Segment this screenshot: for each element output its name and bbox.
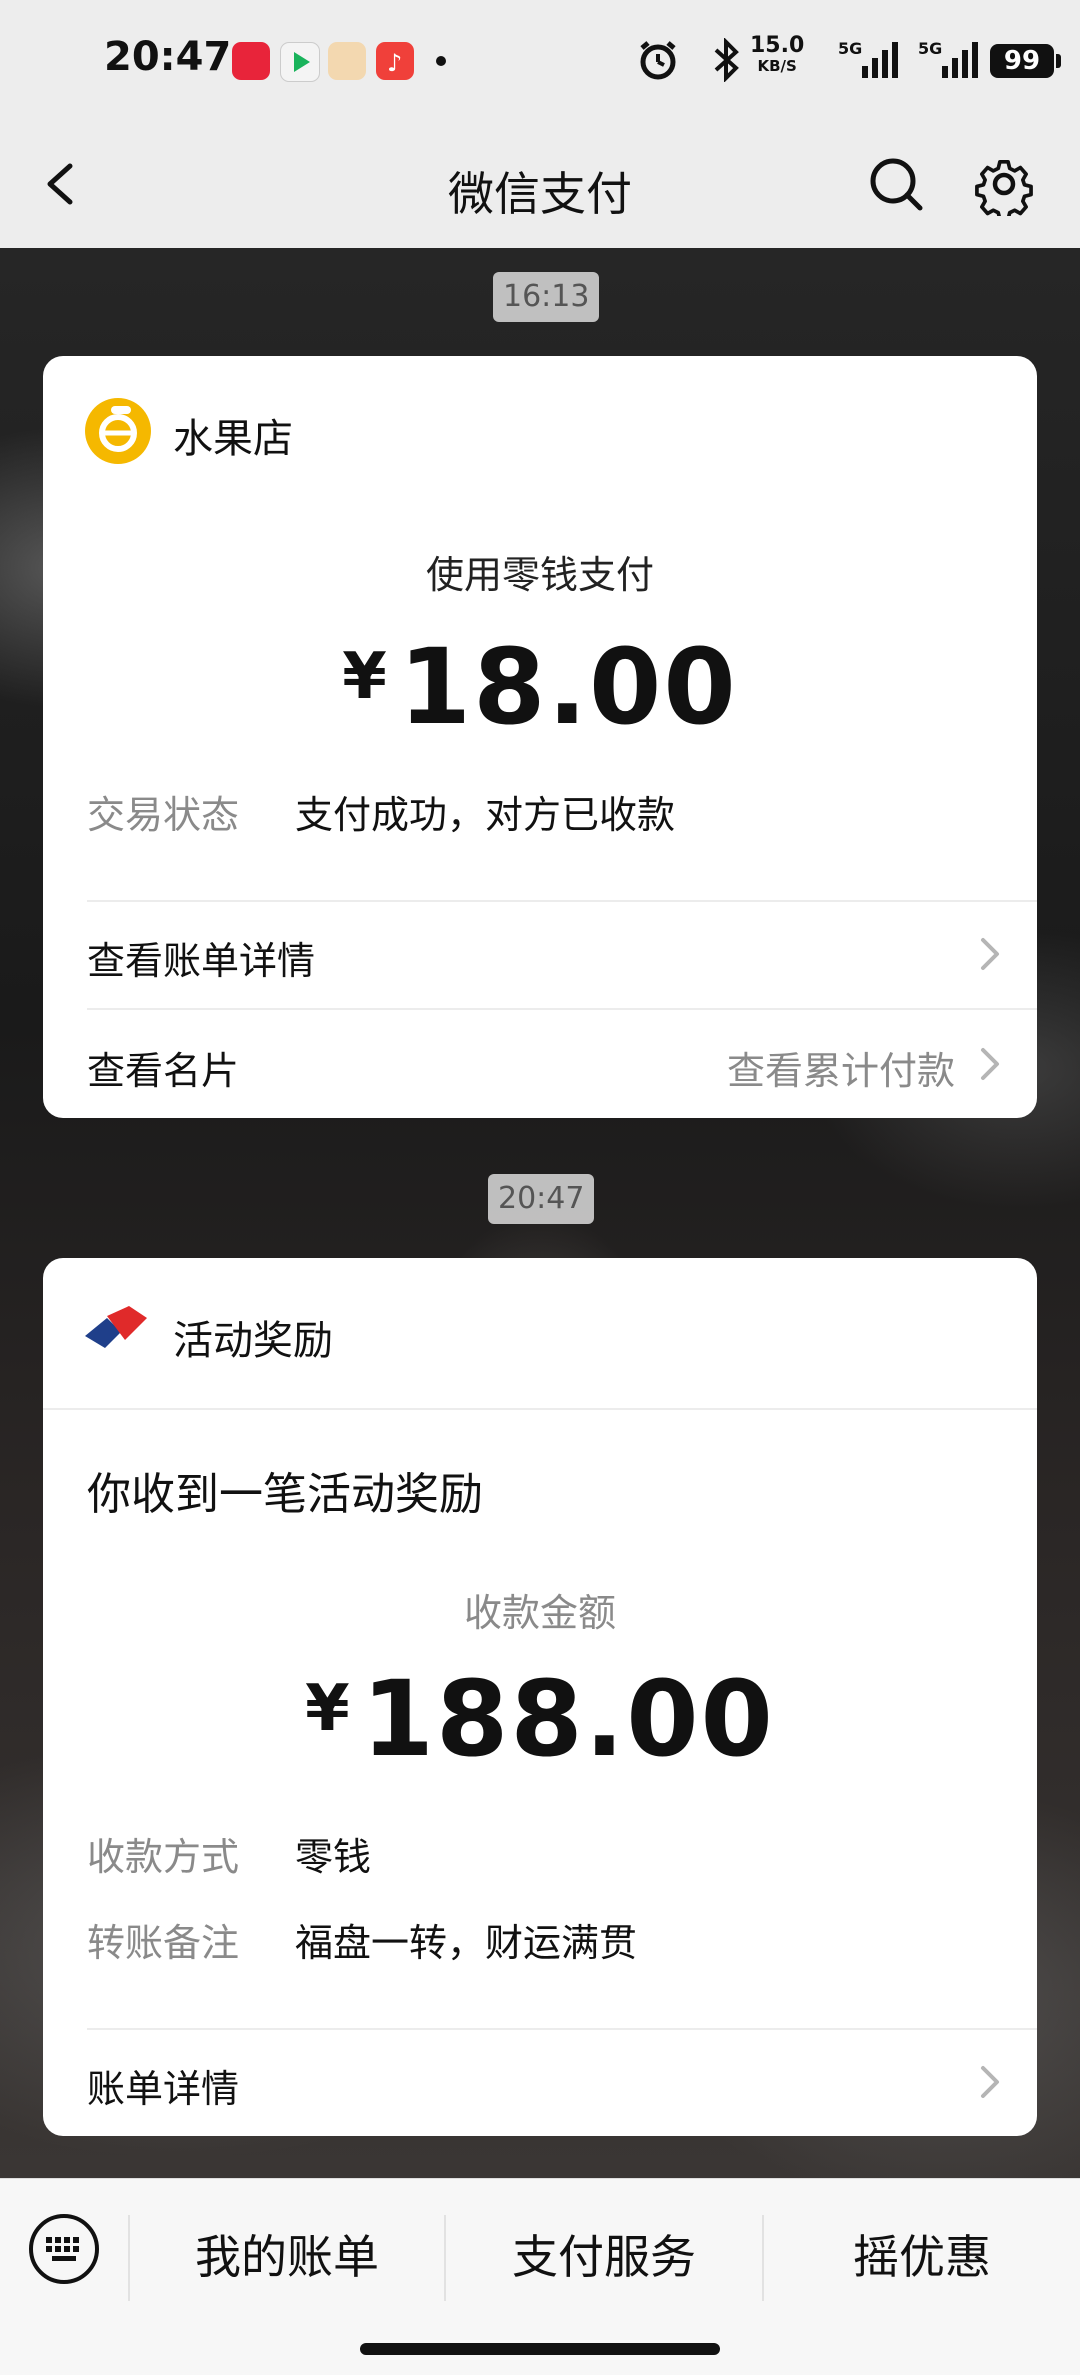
nav-bar: 微信支付 <box>0 120 1080 248</box>
divider <box>87 900 1037 902</box>
network-speed: 15.0 KB/S <box>750 33 805 76</box>
app-notification-icon <box>232 42 270 80</box>
reward-headline: 你收到一笔活动奖励 <box>87 1469 483 1520</box>
game-app-icon <box>328 42 366 80</box>
chevron-right-icon <box>981 1048 999 1080</box>
chevron-right-icon <box>981 938 999 970</box>
alarm-icon <box>640 41 676 80</box>
reward-logo-icon <box>85 1306 147 1348</box>
divider <box>87 2028 1037 2030</box>
payment-method: 使用零钱支付 <box>425 553 654 597</box>
merchant-name: 水果店 <box>173 416 293 462</box>
search-icon[interactable] <box>866 154 926 214</box>
bill-details-link[interactable]: 账单详情 <box>87 2058 239 2113</box>
tab-shake-offers[interactable]: 摇优惠 <box>764 2217 1080 2297</box>
payment-amount: ¥18.00 <box>43 626 1037 748</box>
signal-icon-2: 5G <box>918 39 978 78</box>
battery-level: 99 <box>990 44 1054 78</box>
message-timestamp: 20:47 <box>488 1174 595 1224</box>
status-time: 20:47 <box>104 34 232 80</box>
status-value: 支付成功，对方已收款 <box>295 793 676 837</box>
amount-value: 188.00 <box>361 1658 775 1780</box>
reward-card[interactable]: 活动奖励 你收到一笔活动奖励 收款金额 ¥188.00 收款方式 零钱 转账备注… <box>43 1258 1037 2136</box>
currency-symbol: ¥ <box>342 640 387 714</box>
reward-amount: ¥188.00 <box>43 1658 1037 1780</box>
method-value: 零钱 <box>295 1835 372 1879</box>
battery-tip <box>1056 54 1061 68</box>
amount-value: 18.00 <box>398 626 738 748</box>
note-label: 转账备注 <box>87 1921 240 1965</box>
payment-card[interactable]: 水果店 使用零钱支付 ¥18.00 交易状态 支付成功，对方已收款 查看账单详情… <box>43 356 1037 1118</box>
method-label: 收款方式 <box>87 1835 240 1879</box>
bottom-menu-bar: 我的账单 支付服务 摇优惠 <box>0 2178 1080 2375</box>
view-total-payment-link[interactable]: 查看累计付款 <box>727 1040 955 1095</box>
view-bill-details-link[interactable]: 查看账单详情 <box>87 930 315 985</box>
merchant-logo <box>85 398 151 464</box>
svg-text:5G: 5G <box>838 39 862 58</box>
gear-icon[interactable] <box>972 152 1036 216</box>
reward-title: 活动奖励 <box>173 1318 333 1364</box>
bluetooth-icon <box>714 38 739 82</box>
more-notifications-dot <box>436 56 446 66</box>
video-app-icon <box>280 42 320 82</box>
home-indicator[interactable] <box>360 2343 720 2355</box>
chevron-right-icon <box>981 2066 999 2098</box>
tab-my-bills[interactable]: 我的账单 <box>130 2217 444 2297</box>
svg-text:5G: 5G <box>918 39 942 58</box>
message-timestamp: 16:13 <box>493 272 600 322</box>
currency-symbol: ¥ <box>305 1672 350 1746</box>
status-label: 交易状态 <box>87 793 240 837</box>
keyboard-icon[interactable] <box>28 2213 100 2285</box>
header-divider <box>43 1408 1037 1410</box>
amount-label: 收款金额 <box>463 1591 616 1635</box>
status-bar: 20:47 ♪ 15.0 KB/S 5G 5G 99 <box>0 0 1080 120</box>
svg-text:♪: ♪ <box>387 49 402 77</box>
view-card-link[interactable]: 查看名片 <box>87 1040 239 1095</box>
signal-icon: 5G <box>838 39 898 78</box>
tab-payment-services[interactable]: 支付服务 <box>446 2217 762 2297</box>
music-app-icon: ♪ <box>376 42 414 80</box>
divider <box>87 1008 1037 1010</box>
note-value: 福盘一转，财运满贯 <box>295 1921 638 1965</box>
